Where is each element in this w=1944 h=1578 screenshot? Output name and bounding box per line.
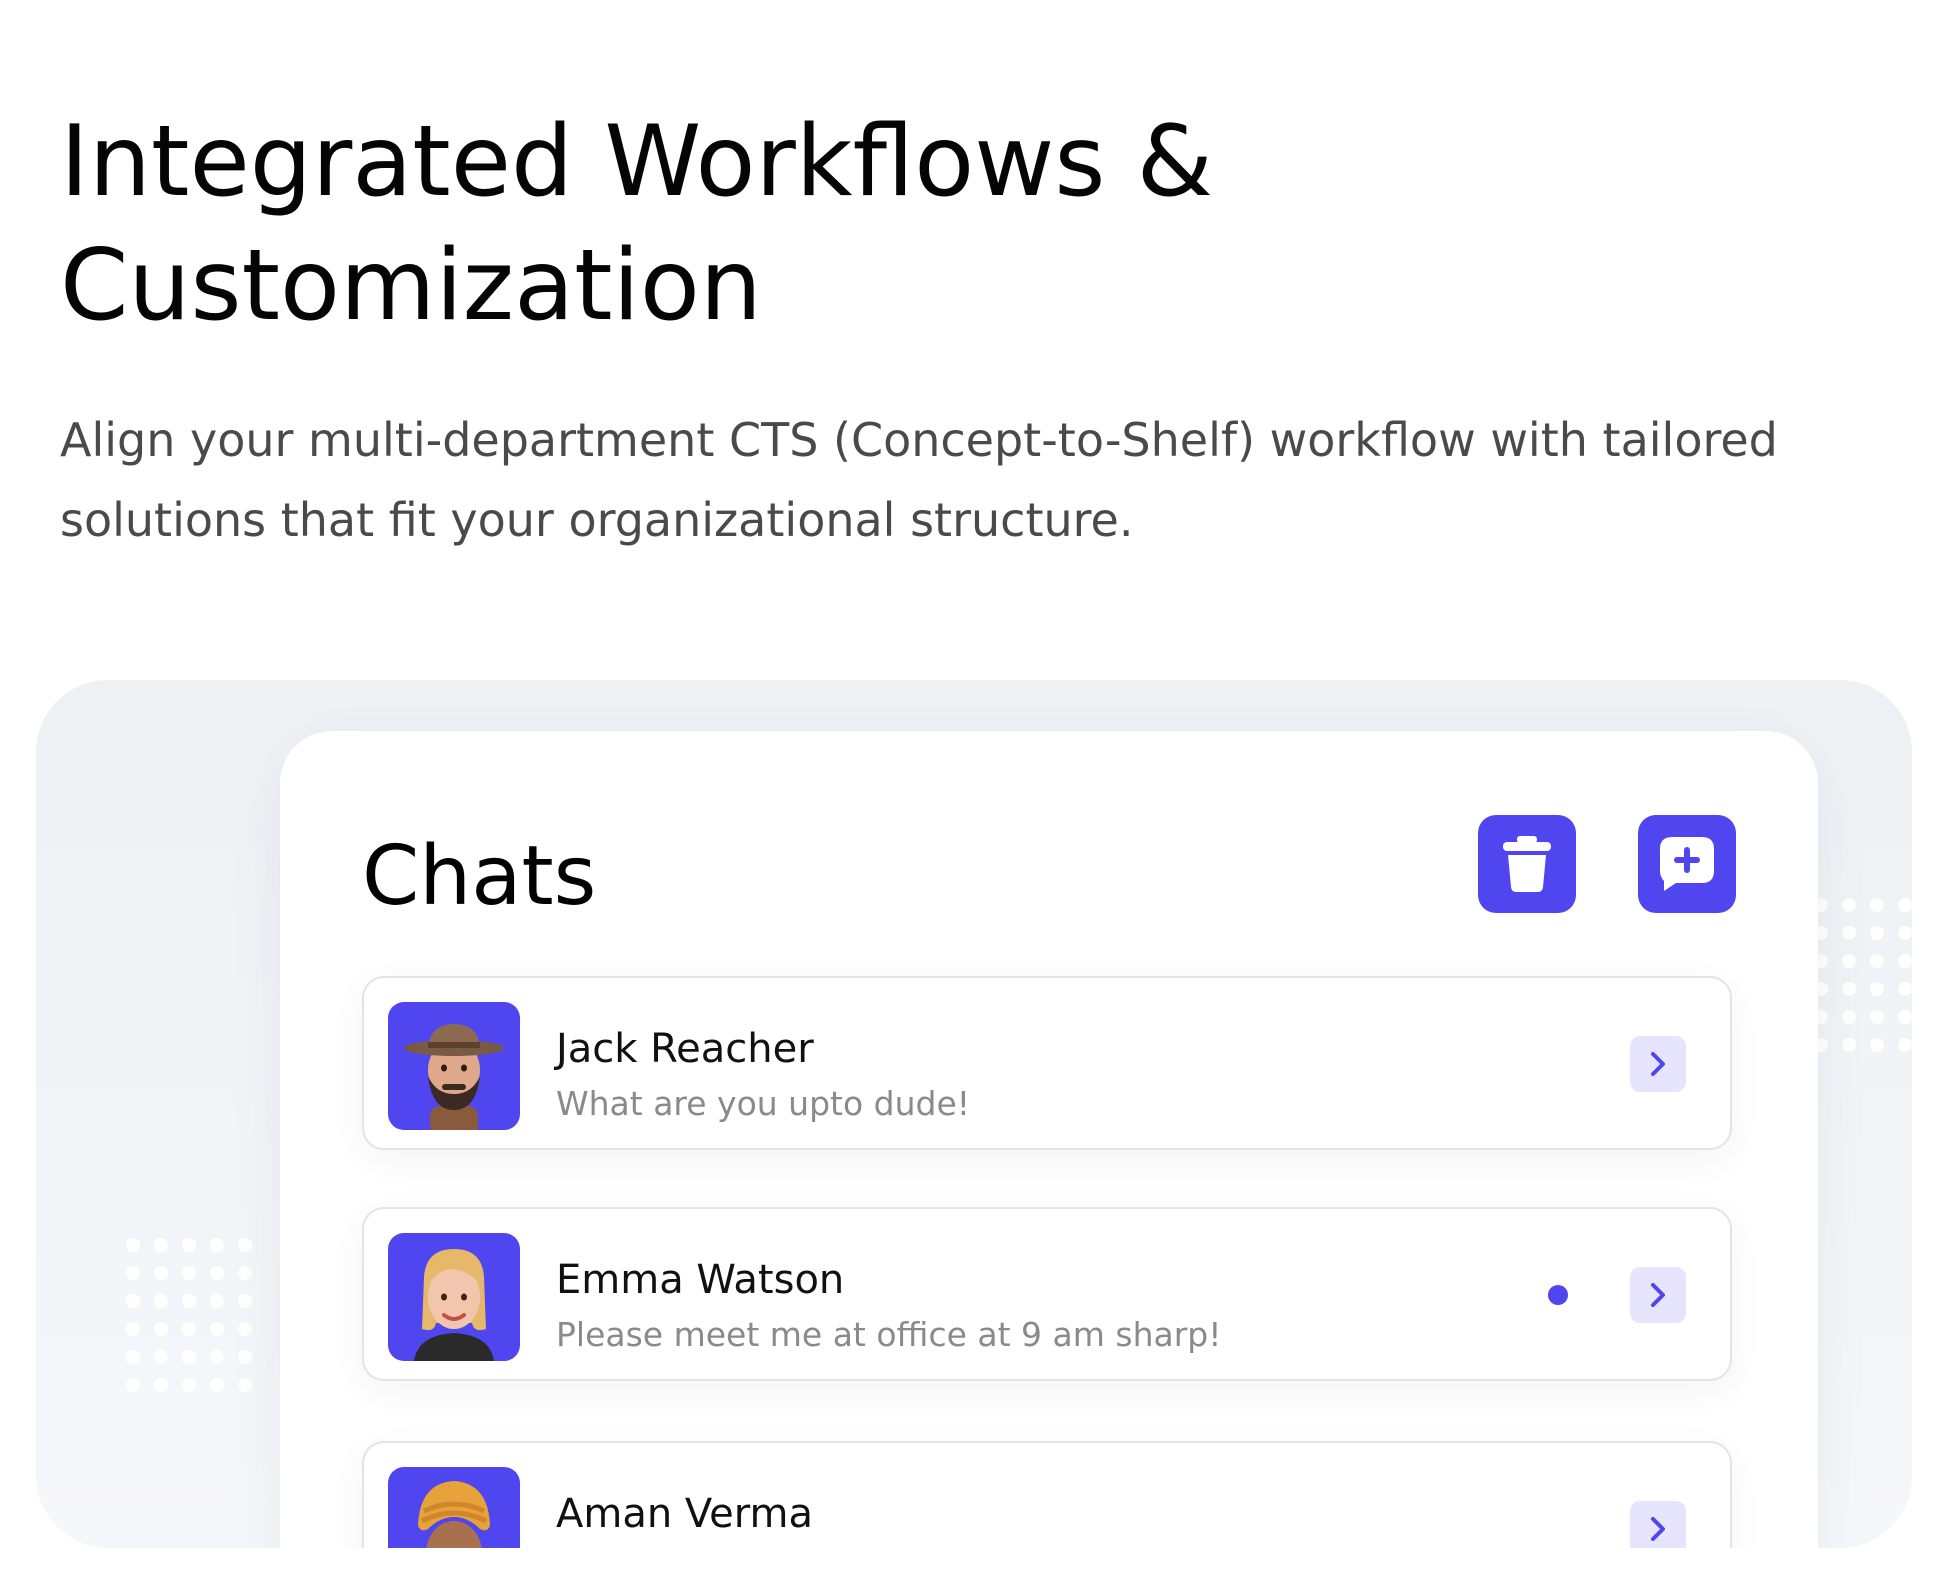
chat-list-item[interactable]: Emma Watson Please meet me at office at …: [362, 1207, 1732, 1381]
unread-indicator: [1548, 1285, 1568, 1305]
open-chat-button[interactable]: [1630, 1501, 1686, 1548]
contact-name: Jack Reacher: [556, 1026, 814, 1072]
new-chat-button[interactable]: [1638, 815, 1736, 913]
open-chat-button[interactable]: [1630, 1267, 1686, 1323]
page-description: Align your multi-department CTS (Concept…: [60, 413, 1778, 547]
decorative-dot-grid: [126, 1238, 252, 1392]
avatar: [388, 1233, 520, 1361]
open-chat-button[interactable]: [1630, 1036, 1686, 1092]
chat-showcase: Chats Jack Reacher What are you upto dud…: [36, 680, 1912, 1548]
avatar: [388, 1002, 520, 1130]
avatar: [388, 1467, 520, 1548]
contact-name: Emma Watson: [556, 1257, 845, 1303]
chevron-right-icon: [1651, 1283, 1665, 1307]
chevron-right-icon: [1651, 1517, 1665, 1541]
chat-list-item[interactable]: Aman Verma: [362, 1441, 1732, 1548]
chat-list-title: Chats: [362, 829, 597, 924]
delete-chat-button[interactable]: [1478, 815, 1576, 913]
page: Integrated Workflows & Customization Ali…: [0, 0, 1944, 1578]
chat-list-item[interactable]: Jack Reacher What are you upto dude!: [362, 976, 1732, 1150]
trash-icon: [1503, 836, 1551, 892]
message-preview: What are you upto dude!: [556, 1084, 970, 1123]
chat-list-card: Chats Jack Reacher What are you upto dud…: [280, 731, 1818, 1548]
chevron-right-icon: [1651, 1052, 1665, 1076]
page-title: Integrated Workflows & Customization: [60, 105, 1213, 343]
message-preview: Please meet me at office at 9 am sharp!: [556, 1315, 1222, 1354]
add-chat-icon: [1660, 837, 1714, 891]
contact-name: Aman Verma: [556, 1491, 813, 1537]
